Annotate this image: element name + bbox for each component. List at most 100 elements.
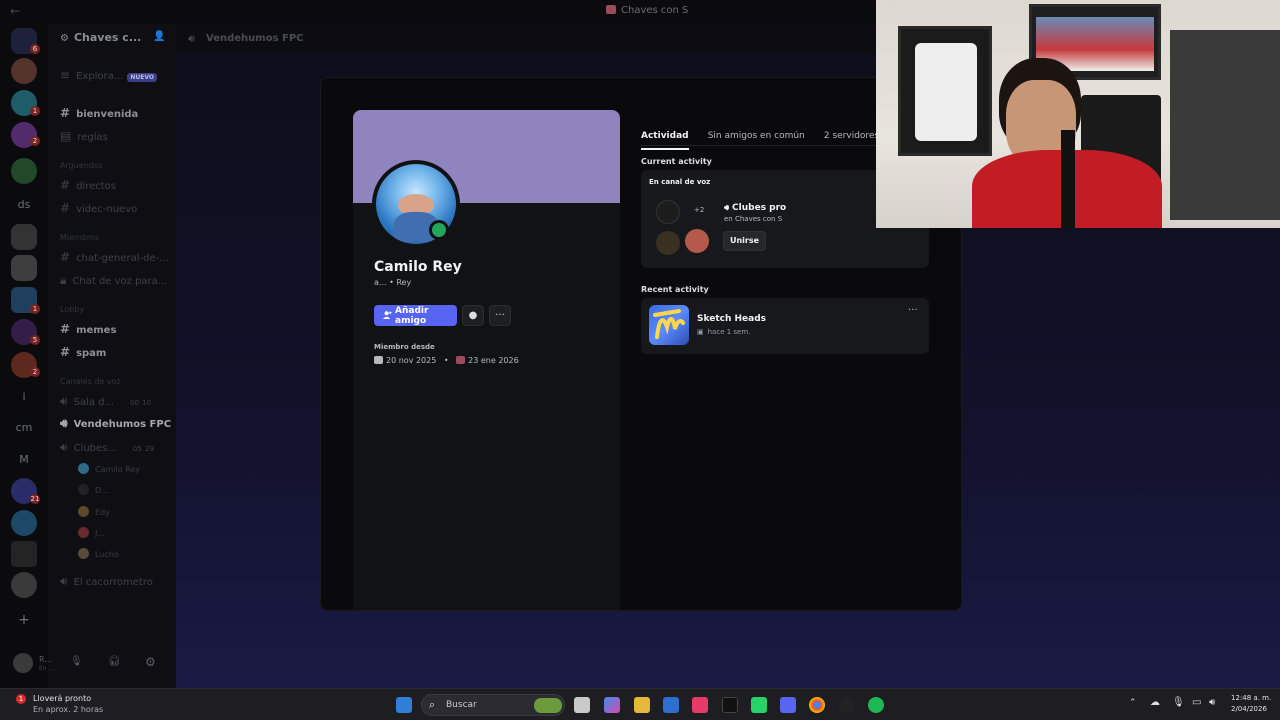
channel-memes[interactable]: # memes [60,322,116,336]
profile-card: Camilo Rey a... • Rey Añadir amigo ● ···… [353,110,620,610]
more-options-icon: ··· [495,310,505,321]
volume-icon[interactable]: 🔊︎ [1209,697,1215,708]
voice-channel-active[interactable]: 🔊︎ Vendehumos FPC [60,416,171,431]
voice-member[interactable]: Edy [78,506,110,517]
microphone [1061,130,1075,228]
channel-chat-general[interactable]: # chat-general-de-... [60,250,169,264]
category-header[interactable]: Miembros [60,233,99,242]
category-header[interactable]: Arguendos [60,161,103,170]
weather-subtitle: En aprox. 2 horas [33,705,104,714]
notification-badge: 2 [30,136,40,146]
server-text-icon[interactable]: cm [0,421,48,434]
game-time: ▣ hace 1 sem. [697,328,751,336]
activity-more-button[interactable]: ··· [908,305,918,316]
chat-bubble-icon: ● [468,310,478,321]
add-server-icon[interactable]: + [0,612,48,628]
network-icon[interactable]: ☁ [1150,697,1160,708]
server-icon[interactable] [11,224,37,250]
task-view-icon[interactable] [574,697,590,713]
avatar [78,463,89,474]
sketch-heads-logo-icon [653,309,685,339]
explore-channel[interactable]: ≡ Explora... NUEVO [60,68,157,82]
jersey-image [915,43,977,141]
clock-date[interactable]: 2/04/2026 [1231,705,1267,713]
voice-channel[interactable]: 🔊︎ Sala d... 00 10 [60,394,151,409]
discord-logo-icon [374,356,383,364]
participant-avatar[interactable] [656,200,680,224]
weather-title[interactable]: Lloverá pronto [33,694,91,703]
channel-bienvenida[interactable]: # bienvenida [60,106,138,120]
voice-channel[interactable]: 🔊︎ Clubes... 05 29 [60,440,154,455]
profile-name: Camilo Rey [374,259,462,275]
microphone-tray-icon[interactable]: 🎙︎ [1172,697,1185,708]
channel-spam[interactable]: # spam [60,345,106,359]
speaker-icon: 🔊︎ [724,203,730,212]
notification-badge: 1 [30,304,40,314]
server-text-icon[interactable]: M [0,453,48,466]
participant-avatar[interactable] [685,229,709,253]
notification-badge: 21 [30,494,40,504]
avatar [78,548,89,559]
channel-directos[interactable]: # directos [60,178,116,192]
taskbar-search[interactable]: ⌕ Buscar [421,694,565,716]
add-member-icon[interactable]: 👤 [153,31,165,42]
game-name: Sketch Heads [697,314,767,324]
voice-member[interactable]: J... [78,527,105,538]
add-friend-button[interactable]: Añadir amigo [374,305,457,326]
search-highlight-icon [534,698,562,713]
server-icon[interactable] [11,541,37,567]
hash-icon: # [60,250,71,264]
spotify-icon[interactable] [868,697,884,713]
settings-gear-icon[interactable]: ⚙ [145,655,156,669]
server-icon[interactable] [11,58,37,84]
chrome-icon[interactable] [809,697,825,713]
headphones-icon[interactable]: 🎧︎ [108,656,121,667]
server-text-icon[interactable]: i [0,390,48,403]
obs-icon[interactable] [839,697,855,713]
add-user-icon [383,311,392,320]
category-header[interactable]: Canales de voz [60,377,121,386]
server-text-icon[interactable]: ds [0,198,48,211]
tiktok-studio-icon[interactable] [692,697,708,713]
server-icon[interactable] [11,572,37,598]
rules-icon: ▤ [60,129,72,143]
gear-icon: ⚙ [60,33,69,44]
tiktok-icon[interactable] [722,697,738,713]
whatsapp-icon[interactable] [751,697,767,713]
clock-time[interactable]: 12:48 a. m. [1231,694,1271,702]
speaker-icon: 🔊︎ [60,574,68,588]
category-header[interactable]: Lobby [60,305,84,314]
tab-actividad[interactable]: Actividad [641,131,689,150]
hash-icon: # [60,345,71,359]
back-arrow-icon[interactable]: ← [10,4,20,18]
message-button[interactable]: ● [462,305,484,326]
file-explorer-icon[interactable] [634,697,650,713]
channel-videc-nuevo[interactable]: # videc-nuevo [60,201,137,215]
channel-chat-de-voz[interactable]: 🔒︎ Chat de voz para... [60,273,167,288]
chevron-up-icon[interactable]: ⌃ [1129,698,1137,708]
user-panel: R... En ... 🎙︎ 🎧︎ ⚙ [13,646,176,686]
participant-avatar[interactable] [656,231,680,255]
microphone-icon[interactable]: 🎙︎ [70,656,83,667]
voice-member[interactable]: Camilo Rey [78,463,140,474]
server-icon[interactable] [11,158,37,184]
voice-channel[interactable]: 🔊︎ El cacorrometro [60,574,153,589]
window-title: Chaves con S [606,5,688,16]
server-icon[interactable] [11,510,37,536]
avatar[interactable] [13,653,33,673]
channel-reglas[interactable]: ▤ reglas [60,129,108,143]
search-icon: ⌕ [429,698,436,711]
list-icon: ≡ [60,68,71,82]
server-icon[interactable] [11,255,37,281]
store-icon[interactable] [663,697,679,713]
voice-member[interactable]: D... [78,484,109,495]
voice-member[interactable]: Lucho [78,548,119,559]
search-placeholder: Buscar [446,700,477,710]
more-options-button[interactable]: ··· [489,305,511,326]
copilot-icon[interactable] [604,697,620,713]
display-icon[interactable]: ▭ [1192,697,1201,708]
background-wall [1170,30,1280,220]
discord-icon[interactable] [780,697,796,713]
windows-start-icon[interactable] [396,697,412,713]
join-button[interactable]: Unirse [723,231,766,251]
